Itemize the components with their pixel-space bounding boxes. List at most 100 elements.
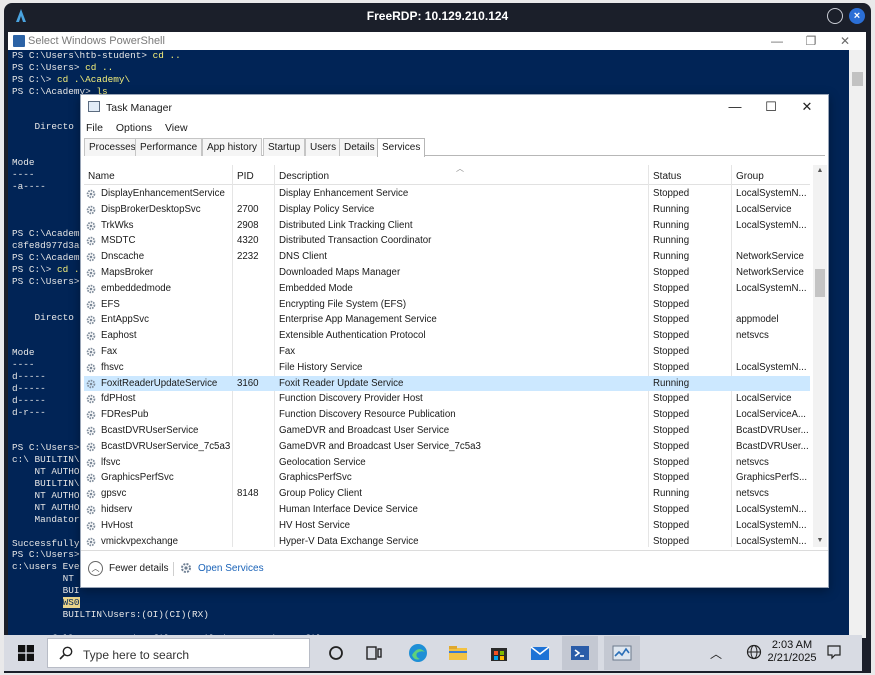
- cell-desc: Human Interface Device Service: [279, 504, 418, 515]
- ps-scrollbar-thumb[interactable]: [852, 72, 863, 86]
- powershell-titlebar[interactable]: Select Windows PowerShell — ❐ ✕: [8, 32, 866, 50]
- tm-maximize-button[interactable]: ☐: [753, 98, 789, 116]
- ps-restore-button[interactable]: ❐: [794, 33, 828, 49]
- cell-status: Running: [653, 377, 690, 389]
- clock-time: 2:03 AM: [771, 639, 813, 651]
- column-name[interactable]: Name: [88, 171, 115, 182]
- column-description[interactable]: Description: [279, 171, 329, 182]
- tab-users[interactable]: Users: [305, 138, 342, 156]
- tab-startup[interactable]: Startup: [263, 138, 306, 156]
- table-row[interactable]: Eaphost Extensible Authentication Protoco…: [84, 328, 810, 344]
- freerdp-titlebar[interactable]: FreeRDP: 10.129.210.124 ×: [4, 3, 871, 29]
- task-view-icon[interactable]: [362, 641, 386, 665]
- menu-view[interactable]: View: [165, 122, 188, 134]
- table-row[interactable]: DispBrokerDesktopSvc 2700 Display Policy S…: [84, 202, 810, 218]
- cell-group: GraphicsPerfS...: [736, 472, 808, 484]
- table-row[interactable]: gpsvc 8148 Group Policy Client Running netsv…: [84, 486, 810, 502]
- console-text: ----: [12, 359, 35, 371]
- ps-close-button[interactable]: ✕: [828, 33, 862, 49]
- services-scrollbar-thumb[interactable]: [815, 269, 825, 297]
- edge-icon[interactable]: [406, 641, 430, 665]
- taskmanager-taskbar-icon[interactable]: [610, 641, 634, 665]
- console-text: c:\ BUILTIN\: [12, 454, 80, 466]
- cell-name: embeddedmode: [101, 282, 172, 294]
- table-row[interactable]: embeddedmode Embedded Mode Stopped LocalSys…: [84, 281, 810, 297]
- store-icon[interactable]: [487, 641, 511, 665]
- cell-status: Stopped: [653, 314, 690, 326]
- menu-file[interactable]: File: [86, 122, 103, 134]
- table-row[interactable]: EntAppSvc Enterprise App Management Servi…: [84, 312, 810, 328]
- console-highlight: WS0: [62, 596, 80, 608]
- table-row[interactable]: BcastDVRUserService_7c5a3 GameDVR and Bro…: [84, 439, 810, 455]
- menu-options[interactable]: Options: [116, 122, 152, 134]
- cell-desc: GraphicsPerfSvc: [279, 472, 352, 484]
- table-row[interactable]: TrkWks 2908 Distributed Link Tracking Clie…: [84, 218, 810, 234]
- console-line: PS C:\> cd .\Academy\: [12, 74, 848, 86]
- table-row[interactable]: BcastDVRUserService GameDVR and Broadcast…: [84, 423, 810, 439]
- console-line: WS0: [12, 596, 848, 609]
- scroll-up-icon[interactable]: ▲: [815, 167, 825, 174]
- tab-processes[interactable]: Processes: [84, 138, 141, 156]
- table-row[interactable]: vmickvpexchange Hyper-V Data Exchange Ser…: [84, 534, 810, 547]
- table-row[interactable]: FDResPub Function Discovery Resource Publ…: [84, 407, 810, 423]
- table-row[interactable]: hidserv Human Interface Device Service Sto…: [84, 502, 810, 518]
- table-row[interactable]: MapsBroker Downloaded Maps Manager Stopped…: [84, 265, 810, 281]
- table-row[interactable]: HvHost HV Host Service Stopped LocalSystemN…: [84, 518, 810, 534]
- tab-details[interactable]: Details: [339, 138, 380, 156]
- file-explorer-icon[interactable]: [446, 641, 470, 665]
- cell-status: Stopped: [653, 472, 690, 484]
- tab-services[interactable]: Services: [377, 138, 426, 157]
- column-group[interactable]: Group: [736, 171, 764, 182]
- taskbar-clock[interactable]: 2:03 AM 2/21/2025: [762, 639, 822, 665]
- windows-start-icon[interactable]: [18, 645, 34, 661]
- tab-app-history[interactable]: App history: [202, 138, 263, 156]
- column-status[interactable]: Status: [653, 171, 681, 182]
- notification-icon[interactable]: [826, 644, 842, 660]
- tab-performance[interactable]: Performance: [135, 138, 203, 156]
- table-row[interactable]: Fax Fax Stopped: [84, 344, 810, 360]
- table-row[interactable]: Dnscache 2232 DNS Client Running NetworkServ…: [84, 249, 810, 265]
- cell-pid: 3160: [237, 377, 259, 389]
- table-row[interactable]: lfsvc Geolocation Service Stopped netsvcs: [84, 455, 810, 471]
- gear-icon: [86, 237, 96, 246]
- cell-desc: GameDVR and Broadcast User Service: [279, 425, 450, 436]
- console-line: PS C:\Users> cd ..: [12, 62, 848, 74]
- column-pid[interactable]: PID: [237, 171, 254, 182]
- gear-icon: [86, 347, 96, 357]
- chevron-up-icon[interactable]: ︿: [88, 561, 103, 576]
- open-services-link[interactable]: Open Services: [198, 563, 264, 574]
- minimize-button[interactable]: [827, 8, 843, 24]
- sort-arrow-icon: ︿: [456, 165, 464, 173]
- table-row[interactable]: EFS Encrypting File System (EFS) Stopped: [84, 297, 810, 313]
- globe-icon[interactable]: [746, 644, 762, 660]
- close-button[interactable]: ×: [849, 8, 865, 24]
- tm-minimize-button[interactable]: —: [717, 98, 753, 116]
- table-row[interactable]: fhsvc File History Service Stopped LocalSys…: [84, 360, 810, 376]
- cell-pid: 2700: [237, 203, 259, 215]
- cell-name: FDResPub: [101, 409, 149, 421]
- cell-name: EntAppSvc: [101, 314, 149, 326]
- services-scrollbar[interactable]: ▲ ▼: [813, 165, 827, 547]
- cell-status: Stopped: [653, 535, 690, 547]
- table-row[interactable]: GraphicsPerfSvc GraphicsPerfSvc Stopped Gra…: [84, 470, 810, 486]
- ps-minimize-button[interactable]: —: [760, 33, 794, 49]
- ps-scrollbar[interactable]: [849, 50, 866, 638]
- scroll-down-icon[interactable]: ▼: [815, 537, 825, 544]
- chevron-up-icon[interactable]: ︿: [710, 645, 722, 662]
- tm-close-button[interactable]: ✕: [789, 98, 825, 116]
- console-text: PS C:\Academ: [12, 252, 80, 264]
- cortana-icon[interactable]: [324, 641, 348, 665]
- footer-separator: [173, 562, 174, 576]
- fewer-details-link[interactable]: Fewer details: [109, 563, 168, 574]
- cell-pid: 4320: [237, 235, 259, 247]
- powershell-taskbar-icon[interactable]: [568, 641, 592, 665]
- table-row[interactable]: fdPHost Function Discovery Provider Host S…: [84, 391, 810, 407]
- cell-name: Fax: [101, 346, 118, 357]
- taskbar-search-box[interactable]: Type here to search: [47, 638, 310, 668]
- cell-name: hidserv: [101, 504, 133, 515]
- table-row[interactable]: FoxitReaderUpdateService 3160 Foxit Reader…: [84, 375, 810, 392]
- table-row[interactable]: DisplayEnhancementService Display Enhance…: [84, 186, 810, 202]
- table-row[interactable]: MSDTC 4320 Distributed Transaction Coordin…: [84, 233, 810, 249]
- taskmanager-titlebar[interactable]: Task Manager — ☐ ✕: [81, 95, 828, 119]
- mail-icon[interactable]: [528, 641, 552, 665]
